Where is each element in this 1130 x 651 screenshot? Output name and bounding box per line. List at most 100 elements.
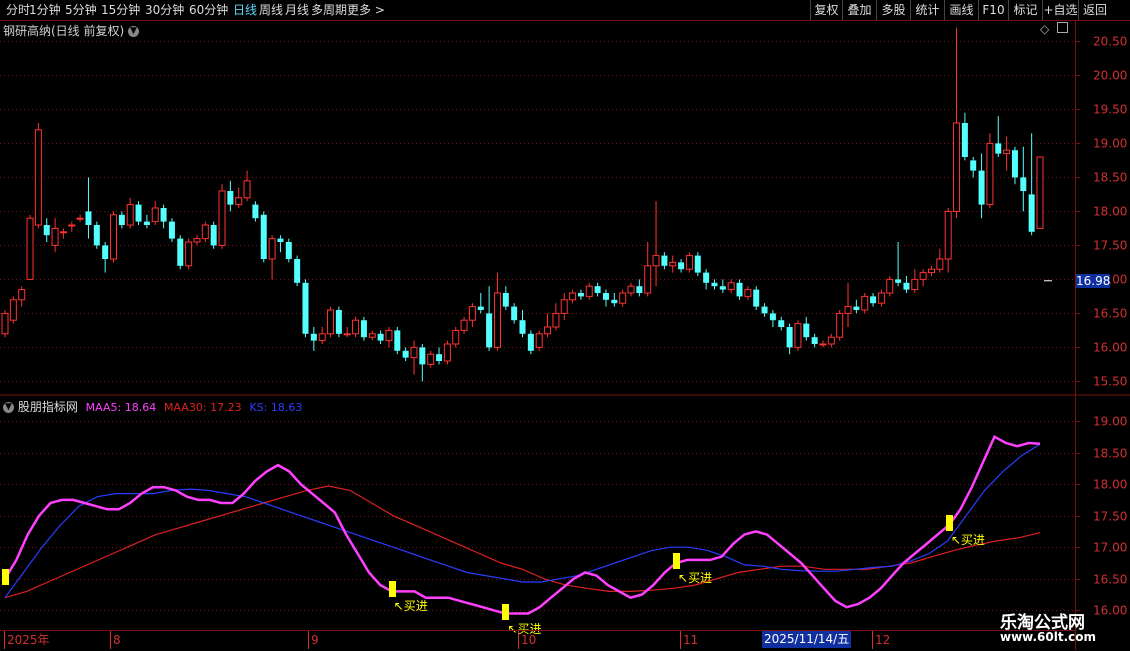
candle-body — [903, 282, 910, 290]
candle-body — [669, 261, 677, 267]
candle-body — [327, 309, 335, 335]
candle-body — [252, 204, 259, 219]
maa5-line — [3, 434, 1041, 615]
chart-title-text: 钢研高纳(日线 前复权) — [3, 24, 125, 38]
candle-body — [93, 225, 100, 246]
candle-body — [210, 225, 217, 246]
candle-body — [927, 268, 935, 274]
candle-body — [59, 231, 67, 234]
candle-body — [76, 217, 84, 220]
candle-body — [644, 265, 652, 294]
indicator-title-row: ▼ 股朋指标网 MAA5: 18.64 MAA30: 17.23 KS: 18.… — [3, 398, 302, 415]
toolbar-button-5[interactable]: F10 — [978, 0, 1008, 20]
candle-body — [552, 312, 560, 328]
timeframe-tab-0[interactable]: 分时 — [6, 0, 30, 20]
candle-body — [819, 343, 827, 346]
indicator-label: 16.50 — [1093, 573, 1127, 587]
candle-body — [1020, 177, 1027, 191]
candle-body — [527, 333, 534, 351]
indicator-label: 19.00 — [1093, 415, 1127, 429]
candle-body — [185, 241, 193, 267]
ks-line — [4, 443, 1041, 599]
candle-body — [302, 282, 309, 334]
toolbar-button-4[interactable]: 画线 — [944, 0, 978, 20]
price-label: 19.00 — [1093, 137, 1127, 151]
timeframe-tab-10[interactable]: 更多 > — [347, 0, 385, 20]
candle-body — [560, 299, 568, 314]
candle-body — [511, 306, 518, 321]
candle-body — [661, 255, 668, 266]
candle-body — [678, 262, 685, 270]
candle-body — [443, 343, 451, 362]
candle-body — [953, 122, 961, 212]
chevron-down-icon[interactable]: ▼ — [128, 26, 140, 37]
candle-body — [870, 296, 877, 304]
candle-body — [944, 210, 952, 260]
timeframe-tab-8[interactable]: 月线 — [285, 0, 309, 20]
candle-body — [577, 293, 584, 297]
timeframe-tab-5[interactable]: 60分钟 — [189, 0, 228, 20]
timeframe-tab-9[interactable]: 多周期 — [311, 0, 347, 20]
timeframe-tab-7[interactable]: 周线 — [259, 0, 283, 20]
buy-signal-bar — [2, 568, 9, 585]
candle-body — [1036, 156, 1044, 229]
candle-body — [151, 207, 159, 223]
candle-body — [201, 224, 209, 240]
toolbar-button-2[interactable]: 多股 — [876, 0, 910, 20]
candle-body — [26, 217, 34, 280]
candle-body — [627, 285, 635, 294]
price-label: 18.50 — [1093, 171, 1127, 185]
timeframe-tab-1[interactable]: 1分钟 — [29, 0, 61, 20]
candle-body — [711, 282, 718, 287]
candle-body — [886, 278, 894, 294]
maa30-line — [4, 485, 1041, 599]
collapse-icon[interactable] — [1057, 22, 1069, 33]
price-label: 16.00 — [1093, 341, 1127, 355]
toolbar-button-3[interactable]: 统计 — [910, 0, 944, 20]
candle-body — [143, 221, 150, 225]
candle-body — [486, 313, 493, 348]
indicator-series — [3, 434, 1041, 615]
date-highlight: 2025/11/14/五 — [762, 631, 852, 648]
candle-body — [68, 224, 76, 227]
candle-body — [110, 214, 118, 260]
candle-body — [477, 306, 484, 310]
date-label: 12 — [872, 631, 890, 649]
timeframe-tab-3[interactable]: 15分钟 — [101, 0, 140, 20]
timeframe-tab-6[interactable]: 日线 — [233, 0, 257, 20]
candle-body — [118, 214, 125, 225]
price-label: 20.50 — [1093, 35, 1127, 49]
candle-body — [343, 333, 351, 336]
candle-body — [51, 227, 59, 246]
timeframe-tab-2[interactable]: 5分钟 — [65, 0, 97, 20]
price-label: 18.00 — [1093, 205, 1127, 219]
candle-body — [360, 320, 367, 338]
candle-body — [493, 292, 501, 348]
buy-signal-bar — [946, 515, 953, 532]
maa30-value: MAA30: 17.23 — [164, 401, 242, 414]
toolbar-button-6[interactable]: 标记 — [1008, 0, 1042, 20]
candle-body — [352, 319, 360, 335]
candle-body — [961, 123, 968, 157]
candle-body — [761, 306, 768, 314]
timeframe-tab-4[interactable]: 30分钟 — [145, 0, 184, 20]
toolbar-button-8[interactable]: 返回 — [1078, 0, 1111, 20]
toolbar-button-1[interactable]: 叠加 — [842, 0, 876, 20]
candle-body — [611, 299, 618, 304]
candle-body — [85, 211, 92, 225]
toolbar: 分时 1分钟 5分钟 15分钟 30分钟 60分钟 日线 周线 月线 多周期 更多 > 复权 叠加 多股统… — [0, 0, 1130, 21]
chart-canvas[interactable]: 20.50 20.00 19.50 19.00 18.50 18.00 17.50 17.00… — [0, 0, 1130, 650]
toolbar-button-0[interactable]: 复权 — [810, 0, 842, 20]
grid-lines — [0, 20, 1130, 650]
candle-body — [385, 329, 393, 342]
date-label: 2025年 — [4, 631, 50, 649]
price-label: 20.00 — [1093, 69, 1127, 83]
diamond-icon[interactable]: ◇ — [1040, 22, 1049, 36]
candle-body — [836, 312, 844, 338]
toolbar-button-7[interactable]: +自选 — [1042, 0, 1078, 20]
chevron-down-icon[interactable]: ▼ — [3, 402, 14, 413]
candle-body — [685, 255, 693, 270]
panel-controls: ◇ — [1040, 22, 1069, 36]
candle-body — [727, 282, 735, 291]
candle-body — [936, 258, 944, 270]
